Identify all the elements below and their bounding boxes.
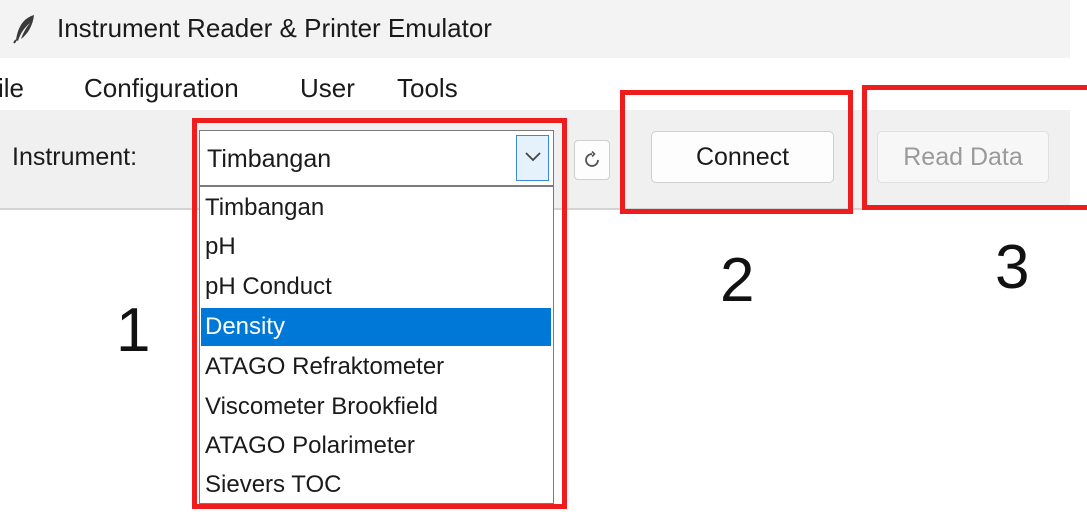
menu-tools[interactable]: Tools (397, 73, 458, 104)
step-number-1: 1 (116, 296, 151, 365)
window-title: Instrument Reader & Printer Emulator (57, 13, 492, 43)
menu-configuration[interactable]: Configuration (84, 73, 239, 104)
menu-user[interactable]: User (300, 73, 355, 104)
menu-file[interactable]: ile (0, 73, 24, 104)
step-number-3: 3 (995, 233, 1030, 302)
feather-icon (12, 14, 38, 44)
highlight-box-3 (862, 85, 1087, 210)
instrument-label: Instrument: (12, 143, 138, 171)
highlight-box-2 (620, 90, 853, 214)
highlight-box-1 (192, 118, 567, 509)
step-number-2: 2 (720, 246, 755, 315)
refresh-button[interactable] (574, 140, 610, 180)
